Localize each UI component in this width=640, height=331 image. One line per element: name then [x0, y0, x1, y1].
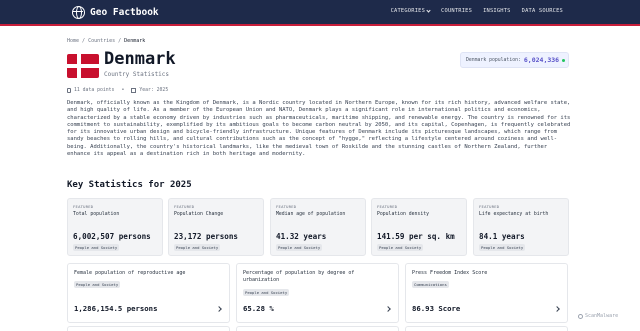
nav-insights-link[interactable]: INSIGHTS: [483, 8, 511, 14]
population-value: 6,024,336: [523, 56, 560, 64]
nav-links: CATEGORIES COUNTRIES INSIGHTS DATA SOURC…: [390, 7, 563, 14]
stat-label: Percentage of population by degree of ur…: [243, 270, 355, 283]
stat-value: 65.28 %: [243, 304, 274, 313]
brand-name: Geo Factbook: [90, 6, 159, 18]
stat-value: 141.59 per sq. km: [377, 232, 455, 241]
chevron-down-icon: [426, 7, 431, 13]
stat-card-population-change[interactable]: FEATURED Population Change 23,172 person…: [168, 198, 264, 256]
stat-value: 6,002,507 persons: [73, 232, 151, 241]
page-title: Denmark: [104, 49, 176, 69]
category-tag: People and Society: [73, 244, 120, 251]
watermark: ScanMalware: [578, 313, 618, 319]
stat-value: 41.32 years: [276, 232, 327, 241]
category-tag: People and Society: [479, 244, 526, 251]
featured-badge: FEATURED: [377, 204, 398, 209]
live-dot-icon: [562, 58, 566, 62]
chevron-right-icon: [554, 306, 560, 312]
stat-card-female-reproductive-age[interactable]: Female population of reproductive age Pe…: [67, 263, 230, 323]
stat-card-next-row[interactable]: [67, 326, 230, 331]
stat-label: Life expectancy at birth: [479, 212, 549, 217]
stat-label: Press Freedom Index Score: [412, 270, 488, 276]
stat-card-median-age[interactable]: FEATURED Median age of population 41.32 …: [270, 198, 366, 256]
meta-separator: •: [121, 88, 125, 93]
featured-badge: FEATURED: [479, 204, 500, 209]
featured-badge: FEATURED: [174, 204, 195, 209]
stat-value: 1,286,154.5 persons: [74, 304, 158, 313]
year-label: Year: 2025: [139, 88, 169, 93]
denmark-flag-icon: [67, 54, 99, 78]
page-subtitle: Country Statistics: [104, 71, 170, 78]
nav-categories-dropdown[interactable]: CATEGORIES: [390, 7, 431, 14]
globe-icon: [72, 5, 85, 19]
country-description: Denmark, officially known as the Kingdom…: [67, 100, 571, 158]
breadcrumb-home-link[interactable]: Home: [67, 38, 79, 44]
stat-value: 84.1 years: [479, 232, 525, 241]
watermark-text: ScanMalware: [585, 313, 619, 319]
category-tag: People and Society: [276, 244, 323, 251]
stat-card-total-population[interactable]: FEATURED Total population 6,002,507 pers…: [67, 198, 163, 256]
chevron-right-icon: [216, 306, 222, 312]
stat-label: Population Change: [174, 212, 224, 217]
population-counter: Denmark population: 6,024,336: [460, 52, 569, 68]
stat-label: Female population of reproductive age: [74, 270, 186, 276]
category-tag: People and Society: [377, 244, 424, 251]
data-points-count: 11 data points: [74, 88, 115, 93]
featured-badge: FEATURED: [276, 204, 297, 209]
key-stats-heading: Key Statistics for 2025: [67, 180, 192, 190]
stat-value: 86.93 Score: [412, 304, 461, 313]
chevron-right-icon: [385, 306, 391, 312]
featured-badge: FEATURED: [73, 204, 94, 209]
nav-categories-label: CATEGORIES: [390, 8, 426, 14]
stat-card-population-density[interactable]: FEATURED Population density 141.59 per s…: [371, 198, 467, 256]
stat-card-next-row[interactable]: [236, 326, 399, 331]
breadcrumb-countries-link[interactable]: Countries: [88, 38, 115, 44]
stat-card-press-freedom[interactable]: Press Freedom Index Score Communications…: [405, 263, 568, 323]
brand-logo-link[interactable]: Geo Factbook: [72, 5, 159, 19]
stat-label: Population density: [377, 212, 429, 217]
category-tag: People and Society: [74, 281, 121, 288]
breadcrumb-current: Denmark: [124, 38, 146, 44]
breadcrumb-separator: /: [118, 38, 122, 44]
category-tag: People and Society: [174, 244, 221, 251]
stat-value: 23,172 persons: [174, 232, 239, 241]
nav-data-sources-link[interactable]: DATA SOURCES: [522, 8, 563, 14]
top-navbar: Geo Factbook CATEGORIES COUNTRIES INSIGH…: [0, 0, 640, 26]
stat-label: Total population: [73, 212, 120, 217]
stat-card-life-expectancy[interactable]: FEATURED Life expectancy at birth 84.1 y…: [473, 198, 569, 256]
breadcrumb-separator: /: [82, 38, 86, 44]
calendar-icon: [131, 88, 137, 93]
population-label: Denmark population:: [466, 57, 521, 63]
watermark-logo-icon: [578, 313, 583, 319]
stat-label: Median age of population: [276, 212, 346, 217]
category-tag: Communications: [412, 281, 449, 288]
stat-card-urbanization[interactable]: Percentage of population by degree of ur…: [236, 263, 399, 323]
category-tag: People and Society: [243, 289, 290, 296]
stat-card-next-row[interactable]: [405, 326, 568, 331]
nav-countries-link[interactable]: COUNTRIES: [441, 8, 472, 14]
breadcrumb: Home / Countries / Denmark: [67, 38, 145, 44]
country-meta: 11 data points • Year: 2025: [67, 88, 168, 93]
database-icon: [67, 88, 71, 93]
